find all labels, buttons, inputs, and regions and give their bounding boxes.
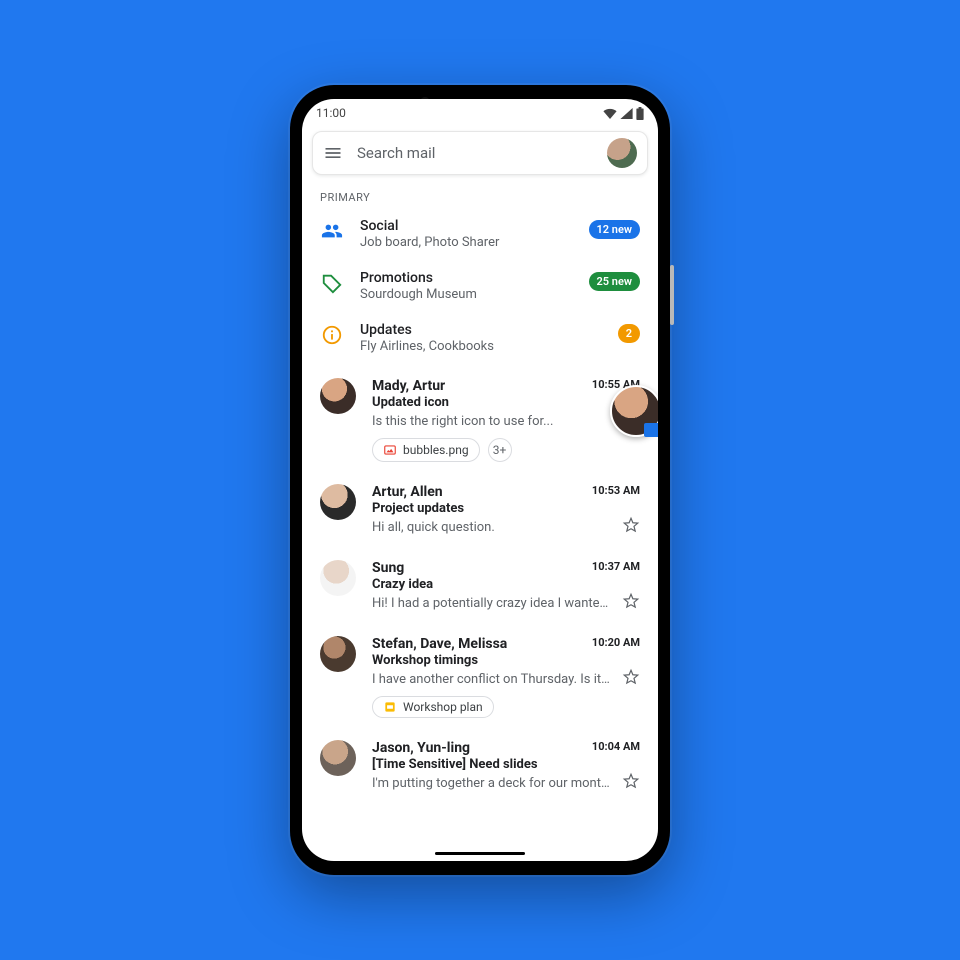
mail-sender: Sung: [372, 560, 584, 576]
sender-avatar[interactable]: [320, 740, 356, 776]
search-input[interactable]: Search mail: [357, 144, 593, 162]
category-updates[interactable]: Updates Fly Airlines, Cookbooks 2: [302, 316, 658, 368]
badge-new: 25 new: [589, 272, 641, 291]
status-bar: 11:00: [302, 99, 658, 125]
inbox-content[interactable]: Social Job board, Photo Sharer 12 new Pr…: [302, 212, 658, 861]
category-promotions[interactable]: Promotions Sourdough Museum 25 new: [302, 264, 658, 316]
star-icon[interactable]: [622, 592, 640, 614]
image-icon: [383, 443, 397, 457]
mail-snippet: I'm putting together a deck for our mont…: [372, 776, 612, 791]
sender-avatar[interactable]: [320, 378, 356, 414]
mail-subject: Project updates: [372, 501, 640, 516]
category-subtitle: Job board, Photo Sharer: [360, 235, 573, 250]
chip-label: 3+: [493, 443, 507, 457]
screen: 11:00 Search mail PRIMARY: [302, 99, 658, 861]
mail-subject: [Time Sensitive] Need slides: [372, 757, 640, 772]
mail-row[interactable]: Jason, Yun-ling 10:04 AM [Time Sensitive…: [302, 730, 658, 806]
mail-subject: Updated icon: [372, 395, 640, 410]
wifi-icon: [603, 108, 617, 119]
star-icon[interactable]: [622, 668, 640, 690]
mail-row[interactable]: Mady, Artur 10:55 AM Updated icon Is thi…: [302, 368, 658, 474]
section-label: PRIMARY: [302, 185, 658, 212]
account-avatar[interactable]: [607, 138, 637, 168]
chip-label: Workshop plan: [403, 700, 483, 714]
chat-head-badge-icon: [644, 423, 658, 437]
category-subtitle: Fly Airlines, Cookbooks: [360, 339, 602, 354]
status-time: 11:00: [316, 106, 346, 120]
slides-icon: [383, 700, 397, 714]
menu-icon[interactable]: [323, 143, 343, 163]
star-icon[interactable]: [622, 772, 640, 794]
mail-row[interactable]: Artur, Allen 10:53 AM Project updates Hi…: [302, 474, 658, 550]
category-title: Social: [360, 218, 573, 234]
chip-label: bubbles.png: [403, 443, 469, 457]
attachment-chip[interactable]: Workshop plan: [372, 696, 494, 718]
sender-avatar[interactable]: [320, 484, 356, 520]
star-icon[interactable]: [622, 516, 640, 538]
tag-icon: [320, 270, 344, 294]
chat-head[interactable]: [610, 385, 658, 437]
mail-row[interactable]: Stefan, Dave, Melissa 10:20 AM Workshop …: [302, 626, 658, 730]
mail-sender: Jason, Yun-ling: [372, 740, 584, 756]
category-subtitle: Sourdough Museum: [360, 287, 573, 302]
mail-sender: Artur, Allen: [372, 484, 584, 500]
category-title: Promotions: [360, 270, 573, 286]
mail-snippet: Hi all, quick question.: [372, 520, 612, 535]
sender-avatar[interactable]: [320, 636, 356, 672]
mail-subject: Crazy idea: [372, 577, 640, 592]
search-bar[interactable]: Search mail: [312, 131, 648, 175]
mail-time: 10:20 AM: [584, 636, 640, 649]
mail-time: 10:53 AM: [584, 484, 640, 497]
signal-icon: [620, 108, 633, 119]
badge-new: 2: [618, 324, 640, 343]
badge-new: 12 new: [589, 220, 641, 239]
status-icons: [603, 107, 644, 120]
info-icon: [320, 322, 344, 346]
social-icon: [320, 218, 344, 242]
mail-snippet: Is this the right icon to use for...: [372, 414, 612, 429]
nav-home-indicator[interactable]: [435, 852, 525, 855]
attachment-chip[interactable]: bubbles.png: [372, 438, 480, 462]
phone-frame: 11:00 Search mail PRIMARY: [290, 85, 670, 875]
mail-snippet: Hi! I had a potentially crazy idea I wan…: [372, 596, 612, 611]
mail-snippet: I have another conflict on Thursday. Is …: [372, 672, 612, 687]
mail-sender: Mady, Artur: [372, 378, 584, 394]
power-button: [670, 265, 674, 325]
battery-icon: [636, 107, 644, 120]
category-title: Updates: [360, 322, 602, 338]
mail-time: 10:04 AM: [584, 740, 640, 753]
mail-row[interactable]: Sung 10:37 AM Crazy idea Hi! I had a pot…: [302, 550, 658, 626]
mail-time: 10:37 AM: [584, 560, 640, 573]
sender-avatar[interactable]: [320, 560, 356, 596]
category-social[interactable]: Social Job board, Photo Sharer 12 new: [302, 212, 658, 264]
mail-subject: Workshop timings: [372, 653, 640, 668]
mail-sender: Stefan, Dave, Melissa: [372, 636, 584, 652]
attachment-more-chip[interactable]: 3+: [488, 438, 512, 462]
